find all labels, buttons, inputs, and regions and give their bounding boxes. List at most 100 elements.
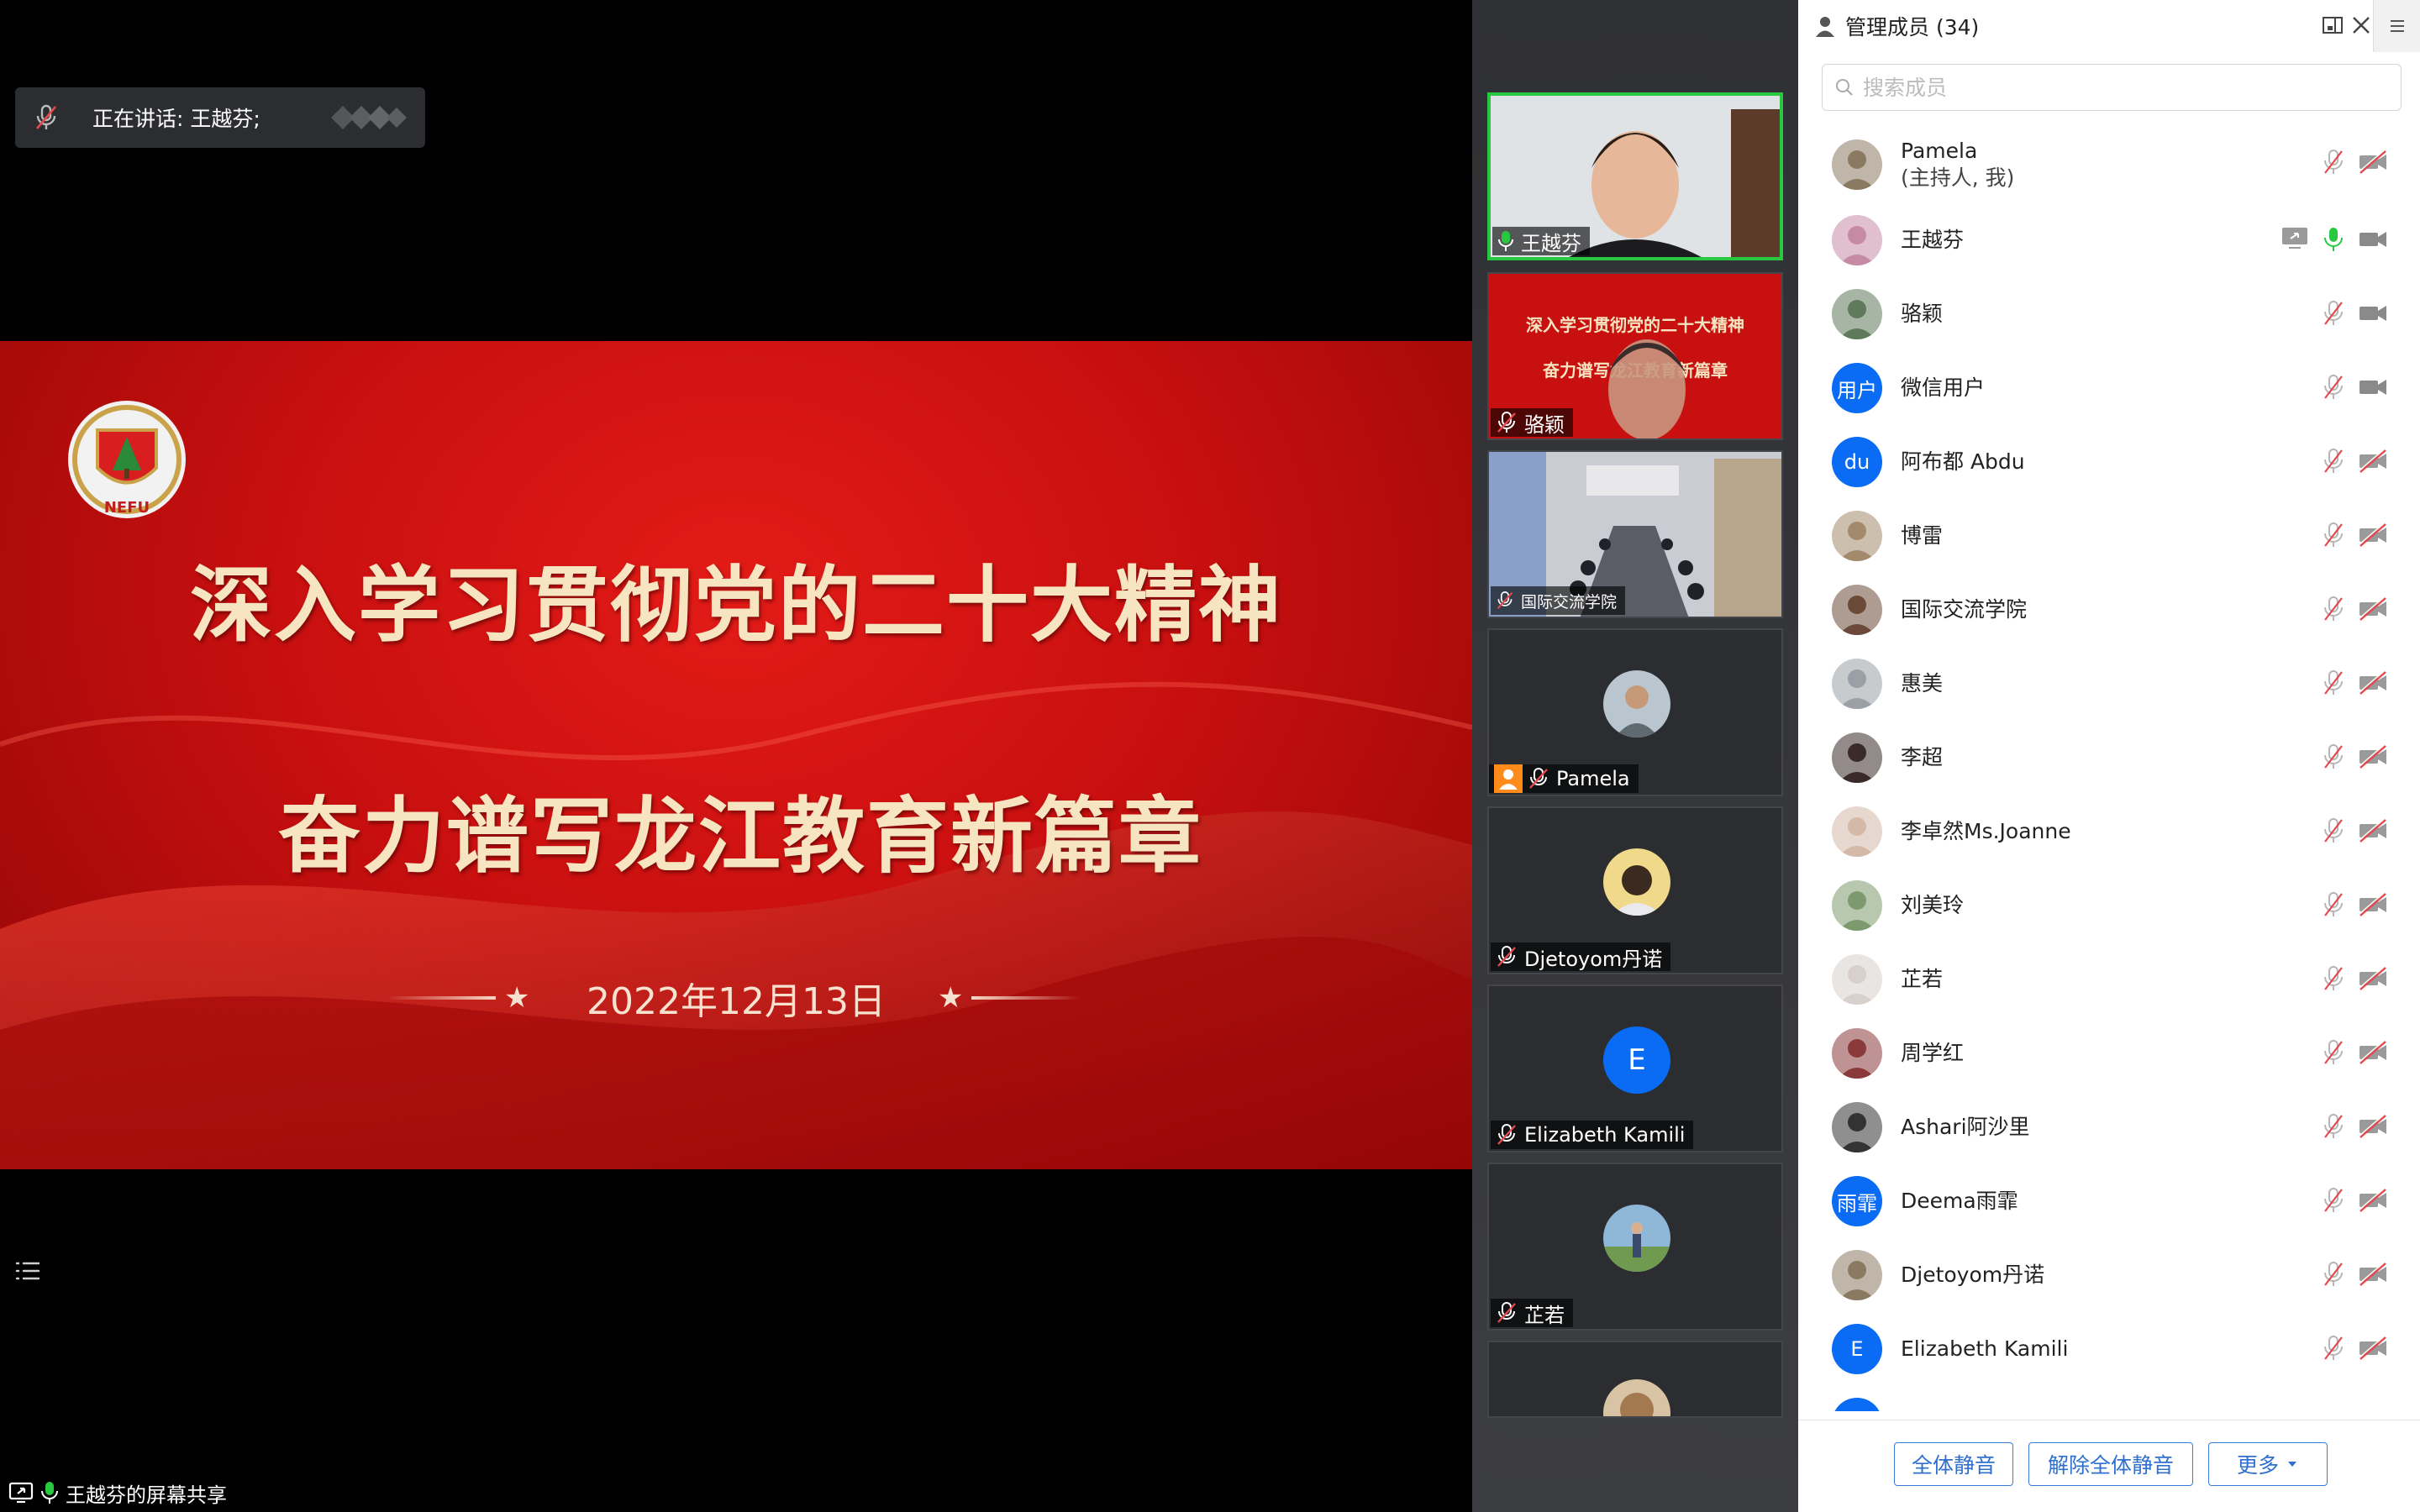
camera-off-icon[interactable] bbox=[2358, 1114, 2388, 1139]
video-tile-zhiruo[interactable]: 芷若 bbox=[1487, 1163, 1783, 1331]
camera-icon[interactable] bbox=[2358, 301, 2388, 326]
member-row[interactable]: 博雷 bbox=[1798, 499, 2420, 573]
mic-muted-icon bbox=[1497, 1124, 1516, 1145]
member-row[interactable]: 芷若 bbox=[1798, 942, 2420, 1016]
decor-line-right bbox=[971, 996, 1081, 1000]
video-tile-luoying[interactable]: 深入学习贯彻党的二十大精神 奋力谱写龙江教育新篇章 骆颖 bbox=[1487, 272, 1783, 440]
camera-off-icon[interactable] bbox=[2358, 1262, 2388, 1287]
member-row[interactable]: 用户 微信用户 bbox=[1798, 351, 2420, 425]
slide-title-line-1: 深入学习贯彻党的二十大精神 bbox=[189, 557, 1282, 654]
member-letter-avatar: 雨霏 bbox=[1832, 1176, 1882, 1226]
member-name: Djetoyom丹诺 bbox=[1901, 1263, 2045, 1287]
mic-muted-icon[interactable] bbox=[2323, 595, 2344, 623]
mic-active-icon[interactable] bbox=[2323, 225, 2344, 254]
search-input[interactable] bbox=[1863, 75, 2384, 100]
member-row[interactable]: 骆颖 bbox=[1798, 277, 2420, 351]
camera-off-icon[interactable] bbox=[2358, 522, 2388, 548]
mic-muted-icon[interactable] bbox=[2323, 1334, 2344, 1362]
mic-muted-icon[interactable] bbox=[2323, 1260, 2344, 1289]
member-row-partial[interactable] bbox=[1798, 1386, 2420, 1411]
mic-muted-icon[interactable] bbox=[2323, 148, 2344, 176]
video-tile-pamela[interactable]: Pamela bbox=[1487, 628, 1783, 796]
tile-name-tag: Elizabeth Kamili bbox=[1491, 1121, 1694, 1149]
more-button[interactable]: 更多 bbox=[2208, 1442, 2328, 1486]
member-row[interactable]: Ashari阿沙里 bbox=[1798, 1090, 2420, 1164]
camera-off-icon[interactable] bbox=[2358, 744, 2388, 769]
member-name: 微信用户 bbox=[1901, 375, 1986, 400]
member-avatar bbox=[1832, 954, 1882, 1005]
participant-letter-avatar: E bbox=[1603, 1026, 1670, 1094]
mic-muted-icon[interactable] bbox=[2323, 816, 2344, 845]
member-name: Elizabeth Kamili bbox=[1901, 1336, 2069, 1361]
member-name-block: Djetoyom丹诺 bbox=[1901, 1262, 2044, 1289]
member-row[interactable]: 雨霏 Deema雨霏 bbox=[1798, 1164, 2420, 1238]
mic-muted-icon[interactable] bbox=[2323, 373, 2344, 402]
member-row[interactable]: 惠美 bbox=[1798, 647, 2420, 721]
mic-muted-icon[interactable] bbox=[2323, 743, 2344, 771]
camera-off-icon[interactable] bbox=[2358, 1336, 2388, 1361]
member-letter-avatar: E bbox=[1832, 1324, 1882, 1374]
member-name-block: Ashari阿沙里 bbox=[1901, 1114, 2030, 1141]
member-name: 李卓然Ms.Joanne bbox=[1901, 819, 2071, 843]
camera-off-icon[interactable] bbox=[2358, 449, 2388, 474]
member-name: 周学红 bbox=[1901, 1041, 1965, 1065]
mic-muted-icon[interactable] bbox=[2323, 1186, 2344, 1215]
screen-share-status: 王越芬的屏幕共享 bbox=[8, 1478, 227, 1507]
mic-muted-icon[interactable] bbox=[2323, 964, 2344, 993]
member-row[interactable]: 国际交流学院 bbox=[1798, 573, 2420, 647]
member-letter-avatar: du bbox=[1832, 437, 1882, 487]
member-row[interactable]: du 阿布都 Abdu bbox=[1798, 425, 2420, 499]
camera-off-icon[interactable] bbox=[2358, 1040, 2388, 1065]
video-tile-partial[interactable] bbox=[1487, 1341, 1783, 1418]
member-row[interactable]: 周学红 bbox=[1798, 1016, 2420, 1090]
member-name: 惠美 bbox=[1901, 671, 1944, 696]
camera-off-icon[interactable] bbox=[2358, 966, 2388, 991]
mic-muted-icon[interactable] bbox=[2323, 299, 2344, 328]
member-row[interactable]: Djetoyom丹诺 bbox=[1798, 1238, 2420, 1312]
member-row[interactable]: 李超 bbox=[1798, 721, 2420, 795]
mic-muted-icon[interactable] bbox=[2323, 1038, 2344, 1067]
mic-muted-icon[interactable] bbox=[2323, 890, 2344, 919]
member-row[interactable]: Pamela (主持人, 我) bbox=[1798, 126, 2420, 203]
mute-all-button[interactable]: 全体静音 bbox=[1894, 1442, 2013, 1486]
speaking-label: 正在讲话: 王越芬; bbox=[92, 107, 260, 131]
member-name-block: 博雷 bbox=[1901, 522, 1943, 549]
list-icon[interactable] bbox=[13, 1257, 42, 1285]
member-row[interactable]: E Elizabeth Kamili bbox=[1798, 1312, 2420, 1386]
video-tile-international-college[interactable]: 国际交流学院 bbox=[1487, 450, 1783, 618]
share-status-label: 王越芬的屏幕共享 bbox=[66, 1483, 227, 1507]
tile-name-tag: 芷若 bbox=[1491, 1299, 1573, 1327]
video-tile-wangyuefen[interactable]: 王越芬 bbox=[1487, 92, 1783, 260]
camera-off-icon[interactable] bbox=[2358, 670, 2388, 696]
mic-muted-icon[interactable] bbox=[2323, 669, 2344, 697]
mic-muted-icon[interactable] bbox=[2323, 521, 2344, 549]
camera-off-icon[interactable] bbox=[2358, 892, 2388, 917]
mic-muted-icon bbox=[36, 104, 56, 129]
mic-muted-icon bbox=[1497, 412, 1516, 433]
member-name: 国际交流学院 bbox=[1901, 597, 2028, 622]
member-row[interactable]: 李卓然Ms.Joanne bbox=[1798, 795, 2420, 869]
member-name-block: 芷若 bbox=[1901, 966, 1943, 993]
popout-icon[interactable] bbox=[2321, 13, 2344, 37]
mic-muted-icon[interactable] bbox=[2323, 1112, 2344, 1141]
mic-muted-icon bbox=[1497, 591, 1513, 609]
member-name: 王越芬 bbox=[1901, 228, 1965, 252]
camera-off-icon[interactable] bbox=[2358, 150, 2388, 175]
screen-share-icon[interactable] bbox=[2281, 225, 2309, 250]
close-icon[interactable] bbox=[2349, 13, 2373, 37]
video-tile-elizabeth[interactable]: E Elizabeth Kamili bbox=[1487, 984, 1783, 1152]
member-row[interactable]: 王越芬 bbox=[1798, 203, 2420, 277]
camera-off-icon[interactable] bbox=[2358, 818, 2388, 843]
camera-off-icon[interactable] bbox=[2358, 596, 2388, 622]
video-tile-djetoyom[interactable]: Djetoyom丹诺 bbox=[1487, 806, 1783, 974]
camera-off-icon[interactable] bbox=[2358, 1188, 2388, 1213]
member-row[interactable]: 刘美玲 bbox=[1798, 869, 2420, 942]
mic-muted-icon[interactable] bbox=[2323, 447, 2344, 475]
unmute-all-button[interactable]: 解除全体静音 bbox=[2028, 1442, 2193, 1486]
camera-icon[interactable] bbox=[2358, 227, 2388, 252]
camera-icon[interactable] bbox=[2358, 375, 2388, 400]
member-search[interactable] bbox=[1822, 64, 2402, 111]
member-name: Pamela bbox=[1901, 139, 1978, 163]
shared-screen-stage: 正在讲话: 王越芬; NEFU 深入学习贯彻党的二十大精神 奋力谱写龙江教育新篇… bbox=[0, 0, 1472, 1512]
panel-menu-button[interactable] bbox=[2373, 0, 2420, 52]
